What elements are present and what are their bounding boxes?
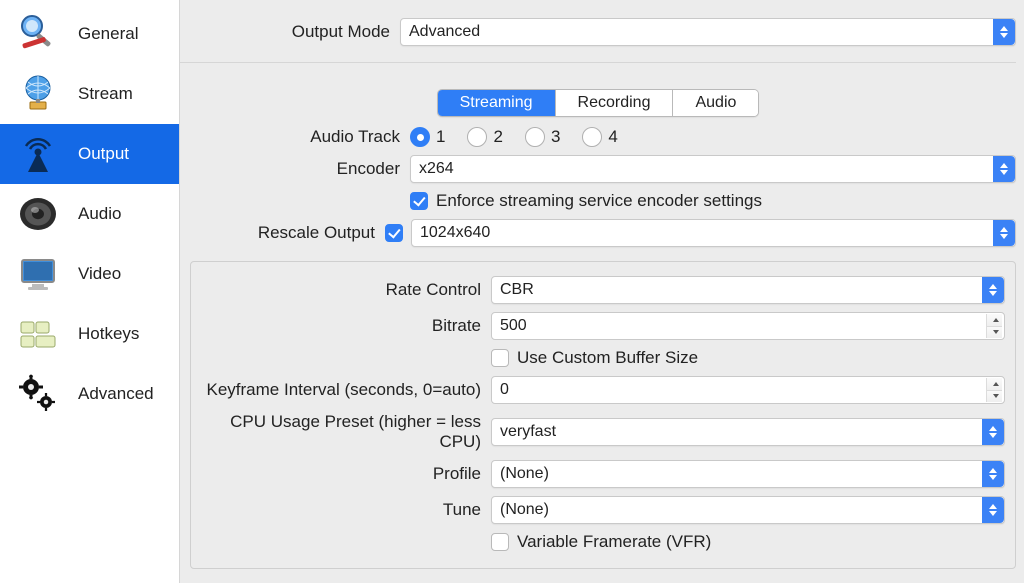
profile-label: Profile <box>191 464 491 484</box>
sidebar-item-label: Advanced <box>78 384 154 404</box>
audio-track-radio-3[interactable] <box>525 127 545 147</box>
encoder-select[interactable]: x264 <box>410 155 1016 183</box>
sidebar-item-label: Hotkeys <box>78 324 139 344</box>
sidebar-item-label: Stream <box>78 84 133 104</box>
sidebar-item-video[interactable]: Video <box>0 244 179 304</box>
chevron-updown-icon <box>993 220 1015 246</box>
cpu-preset-label: CPU Usage Preset (higher = less CPU) <box>191 412 491 452</box>
sidebar-item-audio[interactable]: Audio <box>0 184 179 244</box>
wrench-magnifier-icon <box>14 10 62 58</box>
antenna-broadcast-icon <box>14 130 62 178</box>
audio-track-radio-1[interactable] <box>410 127 430 147</box>
gears-icon <box>14 370 62 418</box>
chevron-updown-icon <box>982 419 1004 445</box>
keyframe-interval-value: 0 <box>500 381 509 399</box>
enforce-encoder-checkbox[interactable] <box>410 192 428 210</box>
rescale-output-select[interactable]: 1024x640 <box>411 219 1016 247</box>
tune-value: (None) <box>500 501 549 519</box>
audio-track-radio-2[interactable] <box>467 127 487 147</box>
tab-streaming[interactable]: Streaming <box>438 90 556 116</box>
profile-value: (None) <box>500 465 549 483</box>
audio-track-radio-4[interactable] <box>582 127 602 147</box>
custom-buffer-checkbox[interactable] <box>491 349 509 367</box>
encoder-value: x264 <box>419 160 454 178</box>
encoder-label: Encoder <box>180 159 410 179</box>
tune-select[interactable]: (None) <box>491 496 1005 524</box>
chevron-updown-icon <box>993 156 1015 182</box>
output-mode-select[interactable]: Advanced <box>400 18 1016 46</box>
chevron-updown-icon <box>982 497 1004 523</box>
encoder-settings-group: Rate Control CBR Bitrate 500 <box>190 261 1016 569</box>
custom-buffer-label: Use Custom Buffer Size <box>517 348 698 368</box>
tab-audio[interactable]: Audio <box>673 90 758 116</box>
sidebar-item-label: Audio <box>78 204 121 224</box>
output-mode-value: Advanced <box>409 23 480 41</box>
sidebar-item-label: General <box>78 24 138 44</box>
rate-control-select[interactable]: CBR <box>491 276 1005 304</box>
enforce-encoder-label: Enforce streaming service encoder settin… <box>436 191 762 211</box>
rescale-output-label: Rescale Output <box>180 223 385 243</box>
monitor-icon <box>14 250 62 298</box>
keyboard-keys-icon <box>14 310 62 358</box>
audio-track-label: Audio Track <box>180 127 410 147</box>
bitrate-input[interactable]: 500 <box>491 312 1005 340</box>
rescale-output-value: 1024x640 <box>420 224 490 242</box>
vfr-label: Variable Framerate (VFR) <box>517 532 711 552</box>
sidebar-item-general[interactable]: General <box>0 4 179 64</box>
rate-control-value: CBR <box>500 281 534 299</box>
tune-label: Tune <box>191 500 491 520</box>
sidebar-item-hotkeys[interactable]: Hotkeys <box>0 304 179 364</box>
chevron-updown-icon <box>982 461 1004 487</box>
profile-select[interactable]: (None) <box>491 460 1005 488</box>
chevron-updown-icon <box>982 277 1004 303</box>
globe-network-icon <box>14 70 62 118</box>
chevron-updown-icon <box>993 19 1015 45</box>
output-mode-label: Output Mode <box>180 22 400 42</box>
bitrate-value: 500 <box>500 317 527 335</box>
vfr-checkbox[interactable] <box>491 533 509 551</box>
bitrate-label: Bitrate <box>191 316 491 336</box>
sidebar-item-label: Output <box>78 144 129 164</box>
main-panel: Output Mode Advanced Streaming Recording… <box>180 0 1024 583</box>
sidebar-item-label: Video <box>78 264 121 284</box>
keyframe-interval-label: Keyframe Interval (seconds, 0=auto) <box>191 380 491 400</box>
sidebar: General Stream O <box>0 0 180 583</box>
rate-control-label: Rate Control <box>191 280 491 300</box>
sidebar-item-stream[interactable]: Stream <box>0 64 179 124</box>
output-tabs: Streaming Recording Audio <box>437 89 760 117</box>
keyframe-interval-input[interactable]: 0 <box>491 376 1005 404</box>
sidebar-item-output[interactable]: Output <box>0 124 179 184</box>
cpu-preset-value: veryfast <box>500 423 556 441</box>
tab-recording[interactable]: Recording <box>556 90 674 116</box>
cpu-preset-select[interactable]: veryfast <box>491 418 1005 446</box>
sidebar-item-advanced[interactable]: Advanced <box>0 364 179 424</box>
rescale-output-checkbox[interactable] <box>385 224 403 242</box>
speaker-icon <box>14 190 62 238</box>
